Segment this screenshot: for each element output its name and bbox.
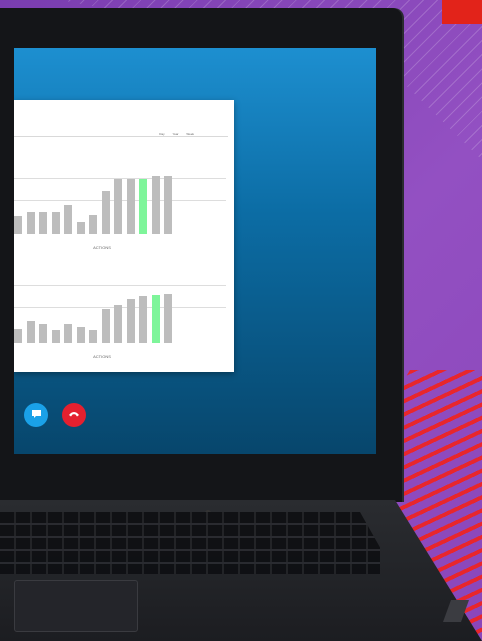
chart-bar <box>89 214 97 234</box>
chart-bar <box>101 190 110 234</box>
chart-bar <box>39 323 47 343</box>
chart-caption: ACTIONS <box>93 245 111 250</box>
chart-bar <box>101 309 110 343</box>
laptop-screen: Day Year Week ACTIONS ACTIONS <box>14 48 376 454</box>
chart-bar <box>51 329 60 343</box>
laptop-lid: Day Year Week ACTIONS ACTIONS <box>0 8 402 502</box>
chart-bar <box>39 212 47 234</box>
chart-bar <box>126 178 135 234</box>
chart-bar <box>26 212 35 234</box>
chart-bar <box>14 328 22 343</box>
chart-bar <box>126 298 135 343</box>
document-header-divider <box>14 136 228 137</box>
bar-chart-1: ACTIONS <box>14 166 228 256</box>
chart-bar <box>64 323 72 343</box>
chart-bars <box>14 279 228 343</box>
chart-bar <box>114 304 122 343</box>
phone-hangup-icon <box>68 409 80 421</box>
chart-bar <box>89 329 97 343</box>
chart-bar <box>76 222 85 234</box>
chat-button[interactable] <box>24 403 48 427</box>
chart-bar <box>164 176 172 234</box>
touchpad <box>14 580 138 632</box>
bar-chart-2: ACTIONS <box>14 275 228 365</box>
chart-bar <box>151 176 160 234</box>
chart-bar-highlighted <box>139 178 147 234</box>
chart-bar-highlighted <box>151 295 160 343</box>
chart-caption: ACTIONS <box>93 354 111 359</box>
chart-bar <box>164 293 172 343</box>
chart-bar <box>114 178 122 234</box>
chart-bar <box>64 205 72 234</box>
chat-bubble-icon <box>31 409 42 422</box>
shared-document-window: Day Year Week ACTIONS ACTIONS <box>14 100 234 372</box>
chart-bar <box>26 321 35 343</box>
keyboard <box>0 512 380 574</box>
brand-tab <box>442 0 482 24</box>
chart-bar <box>139 296 147 343</box>
chart-bars <box>14 170 228 234</box>
end-call-button[interactable] <box>62 403 86 427</box>
chart-bar <box>76 327 85 343</box>
chart-bar <box>14 216 22 234</box>
chart-bar <box>51 212 60 234</box>
